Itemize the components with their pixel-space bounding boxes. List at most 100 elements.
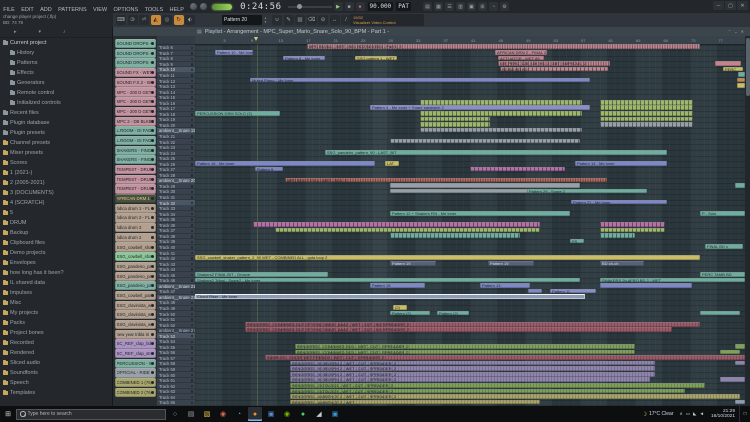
browser-item[interactable]: DRUM [0,218,112,228]
track-mute-dot[interactable] [191,102,194,105]
track-row[interactable]: ambient__Snare 19 (2) [157,128,195,134]
pattern-clip-source[interactable]: L.ROOM - DI FAG B [115,126,157,135]
playlist-clip[interactable]: PERC [723,67,743,72]
pattern-mute-dot[interactable] [151,81,154,84]
pattern-clip-source[interactable]: bdica drum 3 [115,223,157,232]
track-mute-dot[interactable] [191,246,194,249]
playlist-clip[interactable]: Shakers2 FINAL BIT - Groove [195,272,328,277]
track-row[interactable]: ambient__Snare 21 (2) [157,284,195,290]
playhead-marker[interactable] [254,37,258,41]
track-mute-dot[interactable] [191,274,194,277]
track-mute-dot[interactable] [191,224,194,227]
playlist-clip[interactable] [420,128,582,133]
playlist-clip[interactable]: RENDERED - 90 BB BPM 2 - WET - CUT - SPR… [290,372,655,377]
step-edit-icon[interactable]: ⬖ [185,15,195,25]
playlist-clip[interactable]: Pattern 19 [488,261,534,266]
pattern-clip-source[interactable]: SSG_clavinista_w 2 [115,310,157,319]
pattern-clip-source[interactable]: SSG_clavinista_w [115,301,157,310]
playlist-detach-icon[interactable]: ⌃ [728,29,731,34]
pattern-clip-source[interactable]: COMBINED 1 (76) [115,378,157,387]
menu-view[interactable]: VIEW [90,7,110,13]
pattern-mute-dot[interactable] [151,52,154,55]
playlist-clip[interactable] [735,183,745,188]
playlist-clip[interactable]: Chord Riser - Me loner [195,294,585,299]
loop-record-icon[interactable]: ↻ [174,15,184,25]
playlist-clip[interactable]: Pattern 16 - Me loner [195,161,375,166]
whatsapp-icon[interactable]: ● [296,407,310,421]
pattern-clip-source[interactable]: TEMPEST - DRUM AL 3 [115,184,157,193]
pattern-clip-source[interactable]: L.ROOM - DI FAG B 2 [115,136,157,145]
playlist-clip[interactable]: RENDERED - 90 BB BPM 2 - WET - CUT - SPR… [290,361,655,366]
browser-item[interactable]: Rendered [0,348,112,358]
playlist-canvas[interactable]: 591317212529333741454953576165697377 MPC… [195,36,745,406]
browser-collapse-icon[interactable]: ▸ [14,29,17,35]
playlist-clip[interactable] [420,100,582,105]
playlist-clip[interactable]: Shakers2 Tribal - Snare2 - Me loner [195,278,580,283]
track-mute-dot[interactable] [191,218,194,221]
playlist-menu-icon[interactable]: ▤ [197,29,202,35]
plugin-picker-icon[interactable]: ⊞ [478,2,487,11]
pattern-mute-dot[interactable] [151,42,154,45]
network-icon[interactable]: ◣ [693,411,696,417]
browser-item[interactable]: Plugin presets [0,128,112,138]
mixer-icon[interactable]: ▥ [456,2,465,11]
track-mute-dot[interactable] [191,124,194,127]
track-mute-dot[interactable] [191,324,194,327]
paint-tool-icon[interactable]: ▨ [295,15,305,25]
pattern-clip-source[interactable]: bdica drum 2 [115,233,157,242]
browser-item[interactable]: Templates [0,388,112,398]
pattern-mute-dot[interactable] [151,187,154,190]
pattern-clip-source[interactable]: AFRICAN DRM 1 [115,194,157,203]
song-position-slider[interactable] [288,6,332,8]
playlist-clip[interactable] [600,105,693,110]
track-mute-dot[interactable] [191,213,194,216]
track-mute-dot[interactable] [191,191,194,194]
track-mute-dot[interactable] [191,396,194,399]
pattern-clip-source[interactable]: SOUND DROPS - WET 3 [115,58,157,67]
browser-item[interactable]: Patterns [0,58,112,68]
playlist-clip[interactable]: RENDERED - 90 BB BPM 2 - WET - CUT - SPR… [290,366,655,371]
playlist-clip[interactable] [600,100,693,105]
track-mute-dot[interactable] [191,257,194,260]
playlist-clip[interactable]: Pattern 11 [550,289,596,294]
track-mute-dot[interactable] [191,141,194,144]
pattern-mute-dot[interactable] [151,294,154,297]
pattern-mute-dot[interactable] [151,129,154,132]
menu-patterns[interactable]: PATTERNS [55,7,90,13]
mute-tool-icon[interactable]: ⊘ [318,15,328,25]
browser-item[interactable]: 3 (DOCUMENTS) [0,188,112,198]
browser-item[interactable]: Packs [0,318,112,328]
browser-item[interactable]: 2 (2005-2021) [0,178,112,188]
weather-widget[interactable]: ☽ 17°C Clear [642,411,674,418]
pattern-clip-source[interactable]: TEMPEST - DRUM AL [115,165,157,174]
battery-icon[interactable]: ▭ [686,411,690,417]
playlist-clip[interactable] [737,78,745,83]
track-mute-dot[interactable] [191,402,194,405]
playlist-clip[interactable]: RENDERED - COMBINED-OUT OF SYNC WAVE_AAA… [245,322,700,327]
mouse-settings-icon[interactable]: ◢ [312,407,326,421]
pattern-mute-dot[interactable] [151,71,154,74]
taskbar-clock[interactable]: 21:29 16/10/2021 [711,409,735,420]
pattern-mute-dot[interactable] [151,342,154,345]
track-mute-dot[interactable] [191,352,194,355]
pattern-clip-source[interactable]: SSG_clavinista_w 3 [115,320,157,329]
browser-item[interactable]: Soundfonts [0,368,112,378]
pattern-clip-source[interactable]: COMBINED 2 (76) [115,388,157,397]
browser-item[interactable]: 4 (SCRATCH) [0,198,112,208]
playlist-clip[interactable]: RENDERED - GOTA 2021 - WET - CUT - SPREA… [290,389,685,394]
vertical-scrollbar[interactable] [745,36,750,406]
playlist-clip[interactable]: PS [570,239,584,244]
playlist-icon[interactable]: ▤ [423,2,432,11]
pattern-mute-dot[interactable] [151,323,154,326]
pattern-mute-dot[interactable] [151,265,154,268]
pattern-clip-source[interactable]: bdica drum 2 - FL [115,213,157,222]
browser-item[interactable]: Envelopes [0,258,112,268]
piano-roll-icon[interactable]: ▦ [434,2,443,11]
track-row[interactable]: ambient__Snare 2 (2) [157,328,195,334]
playlist-clip[interactable]: RENDERED - 90 BB BPM 2 - WET - CUT - SPR… [290,377,650,382]
playlist-clip[interactable] [737,83,745,88]
pattern-clip-source[interactable]: PERCUSSION - SOUN [115,359,157,368]
playlist-clip[interactable] [735,400,745,405]
playlist-clip[interactable]: ACTUATOR - WET 85 [498,56,544,61]
track-mute-dot[interactable] [191,357,194,360]
